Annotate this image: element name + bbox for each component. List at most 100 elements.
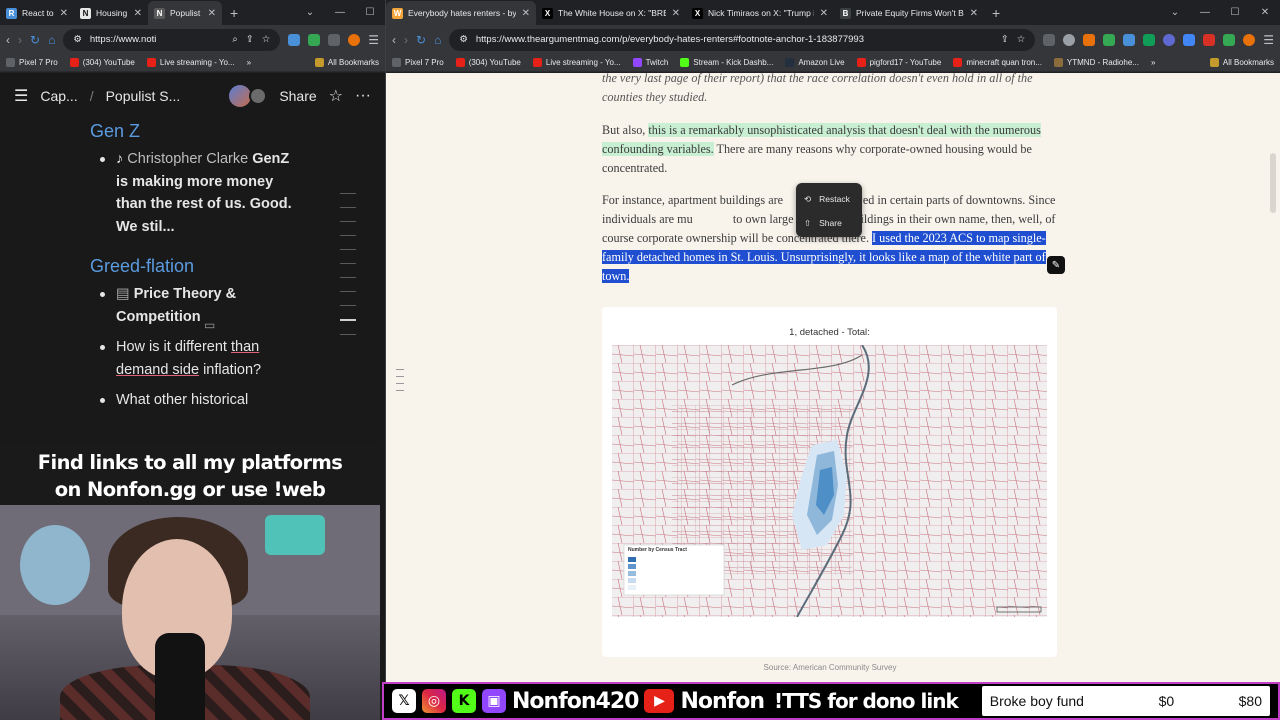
tab-everybody-hates-renters[interactable]: W Everybody hates renters - by Je ✕	[386, 1, 536, 25]
bookmark-twitch[interactable]: Twitch	[632, 58, 668, 67]
highlight-pen-icon[interactable]: ✎	[1047, 256, 1065, 274]
close-window-icon[interactable]: ✕	[1250, 7, 1280, 18]
extension-icon[interactable]	[328, 33, 341, 46]
bookmark-youtube[interactable]: (304) YouTube	[69, 58, 135, 67]
close-icon[interactable]: ✕	[522, 8, 530, 19]
install-icon[interactable]: ⇪	[1001, 34, 1009, 45]
bookmark-favicon-icon	[6, 58, 15, 67]
close-icon[interactable]: ✕	[60, 8, 68, 19]
reload-icon[interactable]: ↻	[416, 33, 426, 47]
search-icon[interactable]: ⌕	[232, 34, 237, 45]
close-icon[interactable]: ✕	[672, 8, 680, 19]
tab-search-icon[interactable]: ⌄	[1160, 7, 1190, 18]
forward-icon[interactable]: ›	[404, 33, 408, 47]
restack-menu-item[interactable]: ⟲ Restack	[804, 187, 854, 211]
sidebar-menu-icon[interactable]: ☰	[14, 86, 28, 106]
bookmark-ytmnd[interactable]: YTMND - Radiohe...	[1053, 58, 1139, 67]
youtube-handle: Nonfon	[680, 688, 765, 714]
reload-icon[interactable]: ↻	[30, 33, 40, 47]
close-icon[interactable]: ✕	[208, 8, 216, 19]
tab-react[interactable]: R React to ✕	[0, 1, 74, 25]
extension-icon[interactable]	[1203, 33, 1216, 46]
bookmarks-more[interactable]: »	[247, 58, 251, 67]
share-button[interactable]: Share	[279, 88, 316, 104]
breadcrumb-item[interactable]: Cap...	[40, 88, 77, 104]
back-icon[interactable]: ‹	[392, 33, 396, 47]
menu-icon[interactable]: ☰	[1263, 33, 1274, 47]
maximize-icon[interactable]: ☐	[355, 7, 385, 18]
avatar[interactable]	[249, 87, 268, 105]
tab-populist[interactable]: N Populist ✕	[148, 1, 222, 25]
new-tab-button[interactable]: +	[222, 1, 246, 25]
folder-icon	[314, 58, 324, 67]
extension-icon[interactable]	[1163, 33, 1176, 46]
close-icon[interactable]: ✕	[134, 8, 142, 19]
tab-white-house-x[interactable]: X The White House on X: "BREAK ✕	[536, 1, 686, 25]
bookmark-live-streaming[interactable]: Live streaming - Yo...	[532, 58, 621, 67]
bookmark-kick[interactable]: Stream - Kick Dashb...	[680, 58, 773, 67]
bookmark-star-icon[interactable]: ☆	[1017, 34, 1026, 45]
home-icon[interactable]: ⌂	[434, 33, 441, 47]
share-menu-item[interactable]: ⇧ Share	[804, 211, 854, 235]
back-icon[interactable]: ‹	[6, 33, 10, 47]
close-icon[interactable]: ✕	[970, 8, 978, 19]
favorite-star-icon[interactable]: ☆	[329, 86, 343, 106]
extension-icon[interactable]	[1063, 33, 1076, 46]
close-icon[interactable]: ✕	[820, 8, 828, 19]
bookmark-live-streaming[interactable]: Live streaming - Yo...	[146, 58, 235, 67]
forward-icon[interactable]: ›	[18, 33, 22, 47]
list-item[interactable]: How is it different than demand side inf…	[100, 336, 296, 381]
bookmark-amazon-live[interactable]: Amazon Live	[785, 58, 845, 67]
list-item[interactable]: ♪ Christopher Clarke GenZ is making more…	[100, 148, 296, 238]
youtube-icon: ▶	[644, 689, 675, 713]
extension-icon[interactable]	[1123, 33, 1136, 46]
extension-icon[interactable]	[1083, 33, 1096, 46]
tab-housing[interactable]: N Housing ✕	[74, 1, 148, 25]
article-figure[interactable]: 1, detached - Total: Number by Census Tr…	[602, 307, 1057, 657]
avatar[interactable]	[229, 85, 252, 107]
bookmark-star-icon[interactable]: ☆	[262, 34, 271, 45]
bookmark-youtube[interactable]: (304) YouTube	[455, 58, 521, 67]
x-icon: X	[542, 7, 553, 19]
twitch-icon	[632, 58, 642, 67]
new-tab-button[interactable]: +	[984, 1, 1008, 25]
address-bar[interactable]: ⚙ https://www.theargumentmag.com/p/every…	[449, 28, 1036, 51]
tab-private-equity[interactable]: B Private Equity Firms Won't Be I ✕	[834, 1, 984, 25]
site-info-icon[interactable]: ⚙	[459, 34, 468, 45]
figure-title: 1, detached - Total:	[789, 327, 870, 338]
home-icon[interactable]: ⌂	[48, 33, 55, 47]
list-item[interactable]: What other historical	[100, 389, 296, 412]
site-info-icon[interactable]: ⚙	[73, 34, 82, 45]
profile-avatar[interactable]	[1243, 33, 1256, 46]
page-link[interactable]: Price Theory & Competition	[116, 286, 236, 325]
tab-search-icon[interactable]: ⌄	[295, 7, 325, 18]
grammarly-icon[interactable]	[1103, 33, 1116, 46]
table-of-contents-minimap[interactable]	[340, 193, 356, 348]
page-scrollbar[interactable]	[1270, 153, 1276, 213]
all-bookmarks[interactable]: All Bookmarks	[1209, 58, 1274, 67]
extension-icon[interactable]	[1143, 33, 1156, 46]
all-bookmarks[interactable]: All Bookmarks	[314, 58, 379, 67]
x-icon: 𝕏	[392, 689, 416, 713]
bookmark-minecraft[interactable]: minecraft quan tron...	[953, 58, 1042, 67]
extension-icon[interactable]	[308, 33, 321, 46]
minimize-icon[interactable]: —	[325, 7, 355, 18]
address-bar[interactable]: ⚙ https://www.noti ⌕ ⇪ ☆	[63, 28, 281, 51]
comment-icon[interactable]: ▭	[204, 318, 215, 332]
bookmark-pigford[interactable]: pigford17 - YouTube	[856, 58, 941, 67]
minimize-icon[interactable]: —	[1190, 7, 1220, 18]
tab-nick-timiraos-x[interactable]: X Nick Timiraos on X: "Trump is c ✕	[686, 1, 834, 25]
maximize-icon[interactable]: ☐	[1220, 7, 1250, 18]
extension-icon[interactable]	[1183, 33, 1196, 46]
bookmarks-more[interactable]: »	[1151, 58, 1155, 67]
extension-icon[interactable]	[288, 33, 301, 46]
menu-icon[interactable]: ☰	[368, 33, 379, 47]
extension-icon[interactable]	[1043, 33, 1056, 46]
bookmark-pixel[interactable]: Pixel 7 Pro	[6, 58, 58, 67]
install-icon[interactable]: ⇪	[246, 34, 254, 45]
extension-icon[interactable]	[1223, 33, 1236, 46]
bookmark-pixel[interactable]: Pixel 7 Pro	[392, 58, 444, 67]
profile-avatar[interactable]	[348, 33, 361, 46]
breadcrumb-item[interactable]: Populist S...	[106, 88, 181, 104]
more-options-icon[interactable]: ···	[355, 87, 371, 105]
